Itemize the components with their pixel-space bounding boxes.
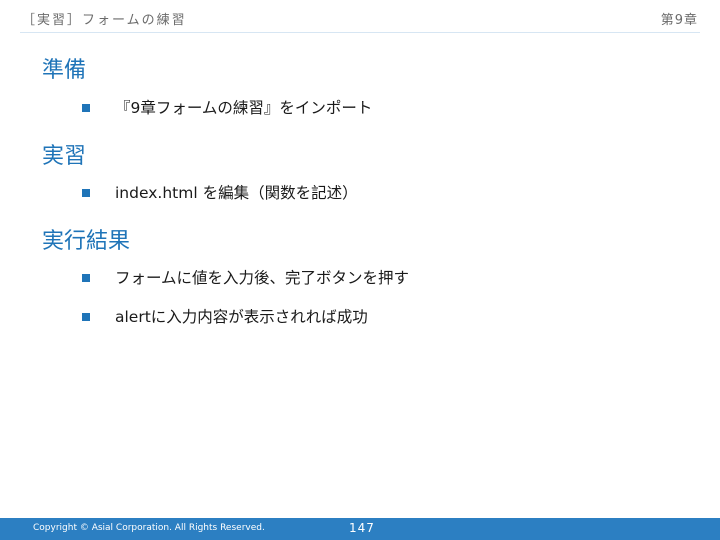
copyright-text: Copyright © Asial Corporation. All Right… <box>33 523 265 533</box>
section-title-preparation: 準備 <box>42 58 87 83</box>
page-number: 147 <box>349 521 375 535</box>
square-bullet-icon <box>82 274 90 282</box>
section-title-result: 実行結果 <box>42 229 131 254</box>
square-bullet-icon <box>82 313 90 321</box>
square-bullet-icon <box>82 189 90 197</box>
list-item-text: alertに入力内容が表示されれば成功 <box>115 308 368 326</box>
footer-bar: Copyright © Asial Corporation. All Right… <box>0 518 720 540</box>
square-bullet-icon <box>82 104 90 112</box>
list-item-text: index.html を編集（関数を記述） <box>115 184 358 202</box>
header-divider <box>20 32 700 33</box>
list-item-text: 『9章フォームの練習』をインポート <box>115 99 373 117</box>
slide-header-title: ［実習］フォームの練習 <box>22 13 187 28</box>
chapter-label: 第9章 <box>660 13 698 28</box>
list-item-text: フォームに値を入力後、完了ボタンを押す <box>115 269 410 287</box>
section-title-exercise: 実習 <box>42 144 87 169</box>
